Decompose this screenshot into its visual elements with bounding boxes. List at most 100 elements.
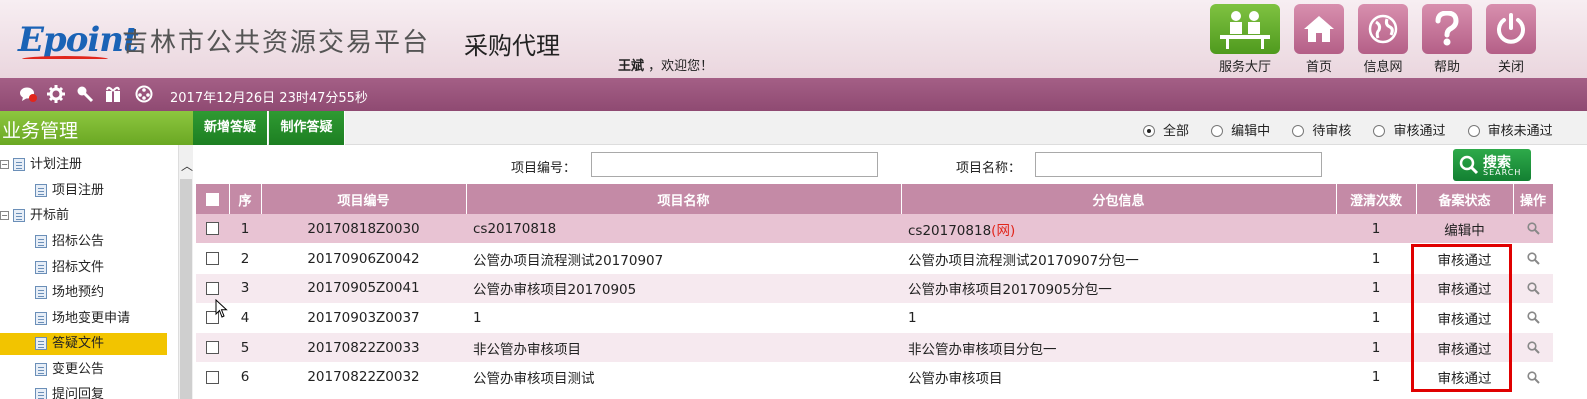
tree-node-label: 提问回复 [52, 387, 105, 399]
filter-all[interactable]: 全部 [1143, 120, 1189, 139]
table-row[interactable]: 6 20170822Z0032 公管办审核项目测试 公管办审核项目 1 审核通过 [196, 362, 1553, 393]
col-header[interactable]: 分包信息 [901, 184, 1337, 214]
col-header[interactable]: 项目编号 [261, 184, 467, 214]
collapse-icon[interactable]: − [0, 160, 9, 169]
filing-status: 审核通过 [1416, 362, 1513, 393]
tree-node-qa-file[interactable]: 答疑文件 [0, 333, 167, 355]
view-magnifier-icon[interactable] [1526, 311, 1540, 325]
status-filter: 全部 编辑中 待审核 审核通过 审核未通过 [1143, 120, 1553, 139]
row-checkbox[interactable] [206, 281, 219, 295]
search-button[interactable]: 搜索 SEARCH [1453, 149, 1531, 181]
radio-dot[interactable] [1373, 125, 1386, 137]
table-row[interactable]: 5 20170822Z0033 非公管办审核项目 非公管办审核项目分包一 1 审… [196, 332, 1553, 363]
filter-editing[interactable]: 编辑中 [1211, 120, 1270, 139]
project-code: 20170818Z0030 [261, 214, 466, 245]
table-row[interactable]: 3 20170905Z0041 公管办审核项目20170905 公管办审核项目2… [196, 273, 1553, 304]
table-row[interactable]: 2 20170906Z0042 公管办项目流程测试20170907 公管办项目流… [196, 243, 1553, 274]
filing-status: 编辑中 [1416, 214, 1513, 245]
palette-icon[interactable] [135, 85, 153, 103]
row-checkbox[interactable] [206, 370, 219, 384]
gift-icon[interactable] [104, 85, 122, 103]
view-magnifier-icon[interactable] [1526, 252, 1540, 265]
add-qa-button[interactable]: 新增答疑 [193, 111, 268, 145]
tree-node-tender-file[interactable]: 招标文件 [35, 257, 104, 279]
view-magnifier-icon[interactable] [1526, 371, 1540, 384]
search-bar: 项目编号： 项目名称： 搜索 SEARCH [193, 145, 1587, 184]
user-name: 王斌 [618, 59, 645, 74]
welcome-suffix: ，欢迎您！ [648, 59, 714, 74]
document-icon [35, 184, 47, 197]
project-no-input[interactable] [591, 152, 878, 177]
tree-node-venue-booking[interactable]: 场地预约 [35, 282, 104, 304]
clarify-times: 1 [1336, 273, 1416, 304]
make-qa-button[interactable]: 制作答疑 [269, 111, 345, 145]
filter-pending[interactable]: 待审核 [1292, 120, 1351, 139]
qa-table: 序 项目编号 项目名称 分包信息 澄清次数 备案状态 操作 1 20170818… [196, 184, 1554, 393]
document-icon [13, 209, 25, 222]
tree-node-tender-notice[interactable]: 招标公告 [35, 231, 104, 253]
tree-node-venue-change[interactable]: 场地变更申请 [35, 308, 130, 330]
welcome-text: 王斌 ，欢迎您！ [618, 55, 713, 74]
tools-icon[interactable] [76, 85, 94, 103]
package-info: 非公管办审核项目分包一 [901, 332, 1336, 363]
filter-rejected[interactable]: 审核未通过 [1467, 120, 1553, 139]
project-name: 1 [466, 303, 901, 334]
tree-node-plan-register[interactable]: − 计划注册 [0, 154, 82, 176]
project-name: 公管办审核项目20170905 [466, 273, 901, 304]
clarify-times: 1 [1336, 332, 1416, 363]
tree-node-label: 计划注册 [30, 157, 83, 172]
row-no: 1 [229, 214, 261, 245]
filter-label: 审核未通过 [1487, 124, 1553, 139]
settings-gear-icon[interactable] [47, 85, 65, 103]
document-icon [35, 286, 47, 299]
epoint-logo: Epoint [18, 20, 139, 60]
col-header[interactable]: 备案状态 [1416, 184, 1514, 214]
view-magnifier-icon[interactable] [1526, 341, 1540, 354]
radio-dot[interactable] [1143, 125, 1155, 137]
row-checkbox[interactable] [206, 222, 219, 236]
nav-label: 服务大厅 [1218, 60, 1271, 75]
package-info: cs20170818(网) [901, 214, 1336, 245]
view-magnifier-icon[interactable] [1526, 282, 1540, 295]
select-all-header[interactable] [196, 184, 230, 214]
row-no: 5 [229, 332, 261, 363]
tree-node-label: 答疑文件 [52, 336, 105, 351]
filter-label: 全部 [1163, 124, 1190, 139]
select-all-checkbox[interactable] [205, 192, 219, 206]
row-checkbox[interactable] [206, 341, 219, 355]
tree-node-pre-bid[interactable]: − 开标前 [0, 205, 69, 227]
table-row[interactable]: 1 20170818Z0030 cs20170818 cs20170818(网)… [196, 214, 1553, 245]
collapse-icon[interactable]: − [0, 211, 9, 220]
scrollbar-thumb[interactable] [180, 179, 192, 399]
radio-dot[interactable] [1211, 125, 1224, 137]
view-magnifier-icon[interactable] [1526, 222, 1540, 235]
logo-swoosh [22, 56, 108, 62]
tree-node-change-notice[interactable]: 变更公告 [35, 359, 104, 381]
package-info: 公管办审核项目20170905分包一 [901, 273, 1336, 304]
search-button-sublabel: SEARCH [1483, 168, 1522, 177]
table-row[interactable]: 4 20170903Z0037 1 1 1 审核通过 [196, 303, 1553, 334]
clarify-times: 1 [1336, 243, 1416, 274]
nav-help[interactable]: 帮助 [1416, 4, 1478, 75]
col-header[interactable]: 澄清次数 [1336, 184, 1417, 214]
filter-approved[interactable]: 审核通过 [1373, 120, 1445, 139]
nav-close[interactable]: 关闭 [1480, 4, 1542, 75]
project-name: 非公管办审核项目 [466, 332, 901, 363]
project-name-input[interactable] [1035, 152, 1322, 177]
radio-dot[interactable] [1292, 125, 1305, 137]
sidebar-scrollbar[interactable]: ︿ [178, 145, 193, 399]
package-tag: (网) [991, 222, 1016, 239]
filter-label: 审核通过 [1393, 124, 1446, 139]
document-icon [35, 337, 47, 350]
nav-home[interactable]: 首页 [1288, 4, 1350, 75]
chevron-up-icon[interactable]: ︿ [181, 157, 193, 174]
row-checkbox[interactable] [206, 252, 219, 266]
message-icon[interactable] [19, 85, 37, 103]
nav-service-hall[interactable]: 服务大厅 [1209, 4, 1281, 75]
radio-dot[interactable] [1467, 125, 1480, 137]
tree-node-question-reply[interactable]: 提问回复 [35, 384, 104, 399]
nav-info-web[interactable]: 信息网 [1352, 4, 1414, 75]
tree-node-project-register[interactable]: 项目注册 [35, 180, 104, 202]
document-icon [35, 312, 47, 325]
col-header[interactable]: 项目名称 [466, 184, 902, 214]
